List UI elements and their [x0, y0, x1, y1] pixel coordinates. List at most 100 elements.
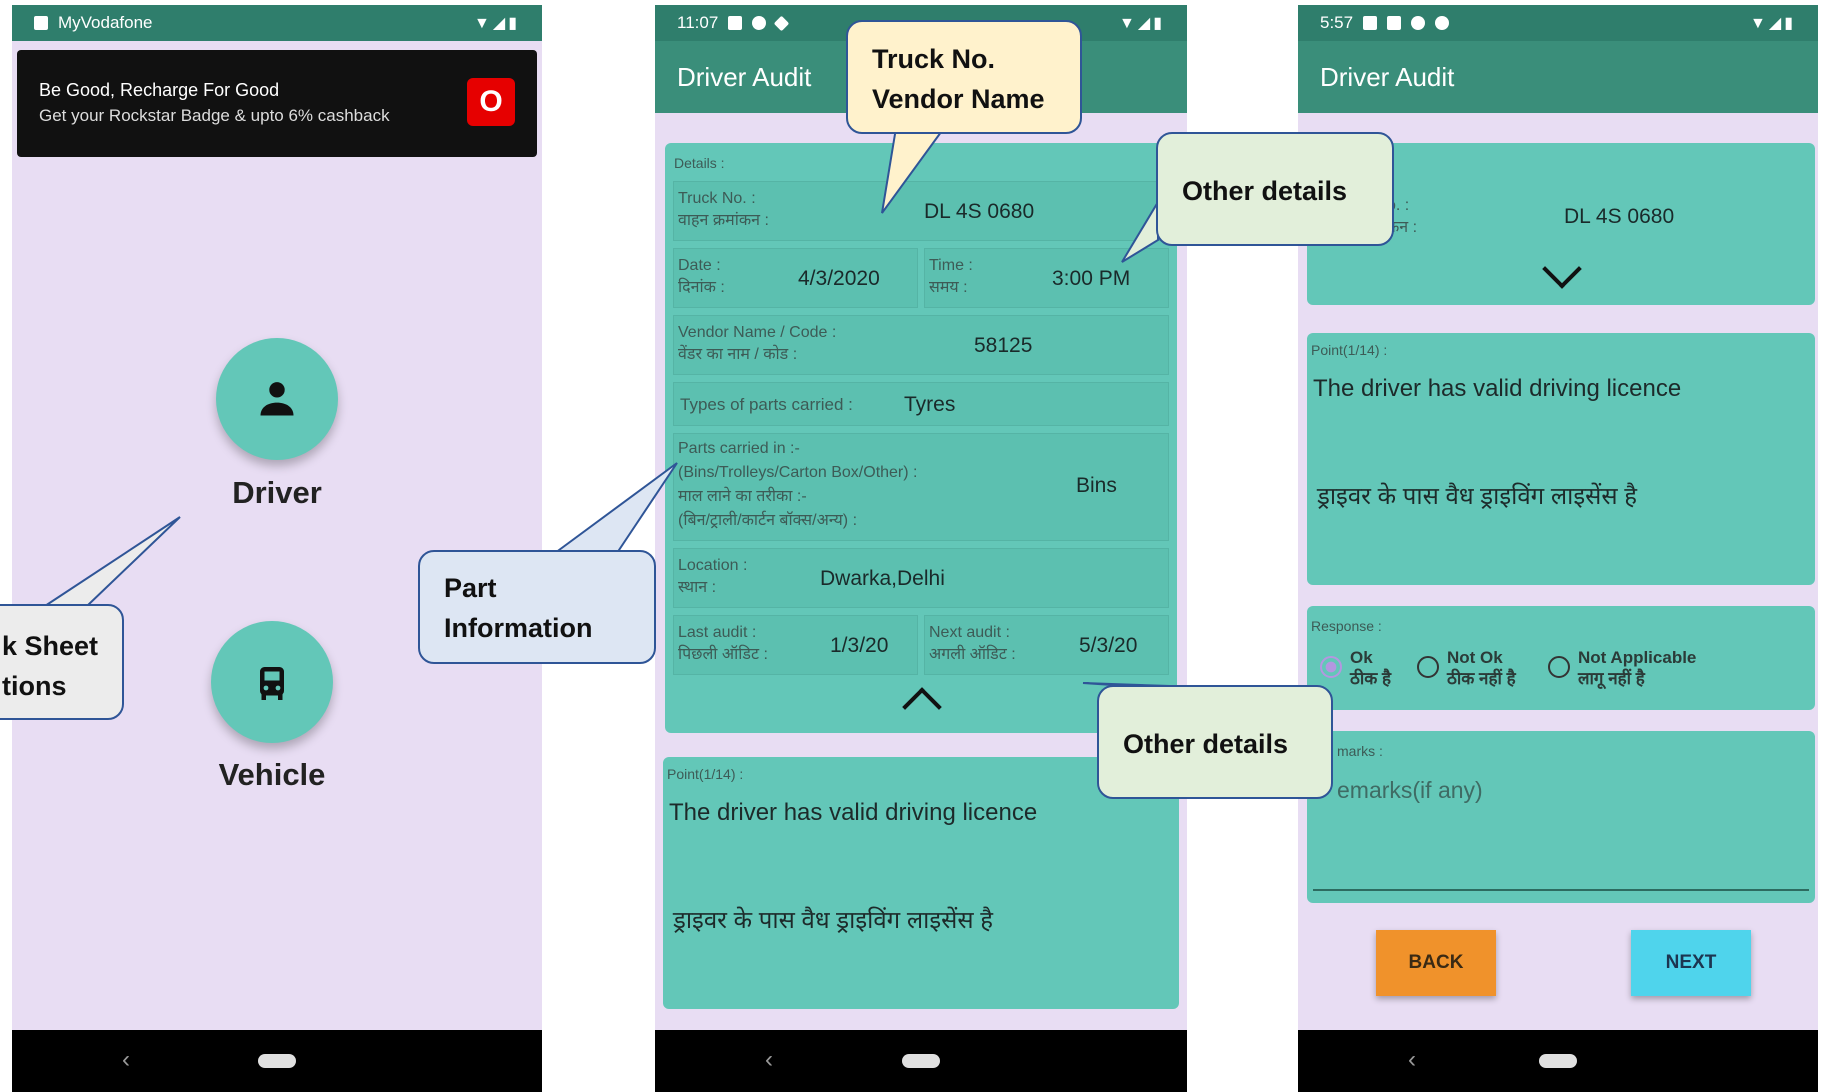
- remarks-header: marks :: [1337, 743, 1383, 759]
- truck-number-row: Truck No. : वाहन क्रमांकन : DL 4S 0680: [673, 181, 1169, 241]
- location-value: Dwarka,Delhi: [820, 567, 945, 590]
- vendor-row: Vendor Name / Code : वेंडर का नाम / कोड …: [673, 315, 1169, 375]
- nav-home-icon[interactable]: [258, 1054, 296, 1068]
- parts-in-label-2: (Bins/Trolleys/Carton Box/Other) :: [678, 464, 918, 481]
- parts-carried-in-row: Parts carried in :- (Bins/Trolleys/Carto…: [673, 433, 1169, 541]
- car-icon: [260, 667, 284, 700]
- nav-home-icon[interactable]: [902, 1054, 940, 1068]
- point-text-en: The driver has valid driving licence: [1313, 375, 1682, 402]
- other-details-bottom-text: Other details: [1123, 729, 1289, 759]
- vendor-code-value: 58125: [974, 334, 1033, 357]
- notification-icon: [1387, 16, 1402, 30]
- radio-not-ok-label-en[interactable]: Not Ok: [1447, 647, 1503, 668]
- remarks-underline: [1313, 889, 1809, 891]
- facebook-icon: [1435, 16, 1450, 30]
- chevron-up-icon[interactable]: [902, 687, 942, 727]
- part-info-callout-line2: Information: [444, 613, 593, 643]
- last-audit-label-hi: पिछली ऑडिट :: [678, 646, 768, 663]
- time-value: 3:00 PM: [1052, 267, 1131, 290]
- details-header: Details :: [674, 155, 725, 171]
- response-card: Response : Ok ठीक है Not Ok ठीक नहीं है …: [1307, 606, 1815, 710]
- location-row: Location : स्थान : Dwarka,Delhi: [673, 548, 1169, 608]
- point-card: Point(1/14) : The driver has valid drivi…: [1307, 333, 1815, 585]
- radio-not-applicable-label-en[interactable]: Not Applicable: [1578, 647, 1696, 668]
- status-bar: MyVodafone ▼◢▮: [12, 5, 542, 41]
- signal-battery-icons: ▼◢▮: [1750, 15, 1796, 32]
- driver-label[interactable]: Driver: [177, 475, 377, 511]
- other-details-callout-top: Other details: [1156, 132, 1394, 246]
- parts-in-label-3: माल लाने का तरीका :-: [678, 488, 807, 505]
- radio-ok[interactable]: [1320, 656, 1342, 678]
- nav-back-icon[interactable]: ‹: [1408, 1046, 1416, 1074]
- system-nav-bar: ‹: [1298, 1030, 1818, 1092]
- status-time: 11:07: [677, 13, 719, 32]
- part-info-callout-line1: Part: [444, 573, 497, 603]
- parts-type-label: Types of parts carried :: [680, 395, 853, 414]
- system-nav-bar: ‹: [655, 1030, 1187, 1092]
- remarks-input[interactable]: emarks(if any): [1337, 777, 1483, 804]
- heart-icon: [774, 15, 790, 31]
- notification-title: Be Good, Recharge For Good: [39, 80, 280, 100]
- vendor-label-en: Vendor Name / Code :: [678, 324, 837, 341]
- radio-not-applicable[interactable]: [1548, 656, 1570, 678]
- next-audit-row: Next audit : अगली ऑडिट : 5/3/20: [924, 615, 1169, 675]
- phone-driver-audit-details: 11:07 ▼◢▮ Driver Audit Details : Truck N…: [655, 5, 1187, 1092]
- truck-label-hi: वाहन क्रमांकन :: [678, 212, 769, 229]
- remarks-card: marks : emarks(if any): [1307, 731, 1815, 903]
- driver-button[interactable]: [216, 338, 338, 460]
- parts-type-value: Tyres: [904, 393, 956, 416]
- truck-number-value: DL 4S 0680: [1564, 205, 1675, 228]
- page-title: Driver Audit: [677, 61, 812, 92]
- point-text-hi: ड्राइवर के पास वैध ड्राइविंग लाइसेंस है: [1317, 483, 1637, 510]
- nav-back-icon[interactable]: ‹: [122, 1046, 130, 1074]
- whatsapp-icon: [752, 16, 767, 30]
- signal-battery-icons: ▼◢▮: [474, 15, 520, 32]
- last-audit-value: 1/3/20: [830, 634, 889, 657]
- parts-in-label-1: Parts carried in :-: [678, 440, 800, 457]
- nav-back-icon[interactable]: ‹: [765, 1046, 773, 1074]
- next-audit-value: 5/3/20: [1079, 634, 1138, 657]
- radio-ok-label-hi[interactable]: ठीक है: [1350, 668, 1391, 689]
- next-button[interactable]: NEXT: [1631, 930, 1751, 996]
- part-information-callout: Part Information: [418, 550, 656, 664]
- vehicle-label[interactable]: Vehicle: [172, 757, 372, 793]
- chevron-down-icon[interactable]: [1542, 249, 1582, 289]
- radio-ok-label-en[interactable]: Ok: [1350, 647, 1373, 668]
- message-icon: [1411, 16, 1426, 30]
- notification-banner[interactable]: Be Good, Recharge For Good Get your Rock…: [17, 50, 537, 157]
- status-app-name: MyVodafone: [58, 13, 153, 32]
- vehicle-button[interactable]: [211, 621, 333, 743]
- parts-in-label-4: (बिन/ट्राली/कार्टन बॉक्स/अन्य) :: [678, 512, 858, 529]
- parts-in-value: Bins: [1076, 474, 1117, 497]
- truck-number-value: DL 4S 0680: [924, 200, 1035, 223]
- date-row: Date : दिनांक : 4/3/2020: [673, 248, 918, 308]
- vendor-label-hi: वेंडर का नाम / कोड :: [678, 346, 798, 363]
- nav-home-icon[interactable]: [1539, 1054, 1577, 1068]
- truck-vendor-callout-line1: Truck No.: [872, 44, 996, 74]
- truck-label-en: Truck No. :: [678, 190, 756, 207]
- time-label-hi: समय :: [929, 279, 968, 296]
- location-label-hi: स्थान :: [678, 579, 717, 596]
- details-card: Details : Truck No. : वाहन क्रमांकन : DL…: [665, 143, 1177, 733]
- other-details-callout-bottom: Other details: [1097, 685, 1333, 799]
- back-button[interactable]: BACK: [1376, 930, 1496, 996]
- next-audit-label-en: Next audit :: [929, 624, 1010, 641]
- signal-battery-icons: ▼◢▮: [1119, 15, 1165, 32]
- point-header: Point(1/14) :: [667, 766, 744, 782]
- location-label-en: Location :: [678, 557, 748, 574]
- app-bar: Driver Audit: [1298, 41, 1818, 113]
- time-label-en: Time :: [929, 257, 973, 274]
- system-nav-bar: ‹: [12, 1030, 542, 1092]
- truck-vendor-callout: Truck No. Vendor Name: [846, 20, 1082, 134]
- point-text-hi: ड्राइवर के पास वैध ड्राइविंग लाइसेंस है: [673, 907, 993, 934]
- radio-not-ok[interactable]: [1417, 656, 1439, 678]
- notification-subtitle: Get your Rockstar Badge & upto 6% cashba…: [39, 106, 390, 125]
- response-header: Response :: [1311, 618, 1382, 634]
- phone-home-screen: MyVodafone ▼◢▮ Be Good, Recharge For Goo…: [12, 5, 542, 1092]
- notification-icon: [728, 16, 743, 30]
- status-bar: 5:57 ▼◢▮: [1298, 5, 1818, 41]
- radio-not-applicable-label-hi[interactable]: लागू नहीं है: [1578, 668, 1645, 689]
- radio-not-ok-label-hi[interactable]: ठीक नहीं है: [1447, 668, 1516, 689]
- truck-vendor-callout-line2: Vendor Name: [872, 84, 1045, 114]
- other-details-top-text: Other details: [1182, 176, 1348, 206]
